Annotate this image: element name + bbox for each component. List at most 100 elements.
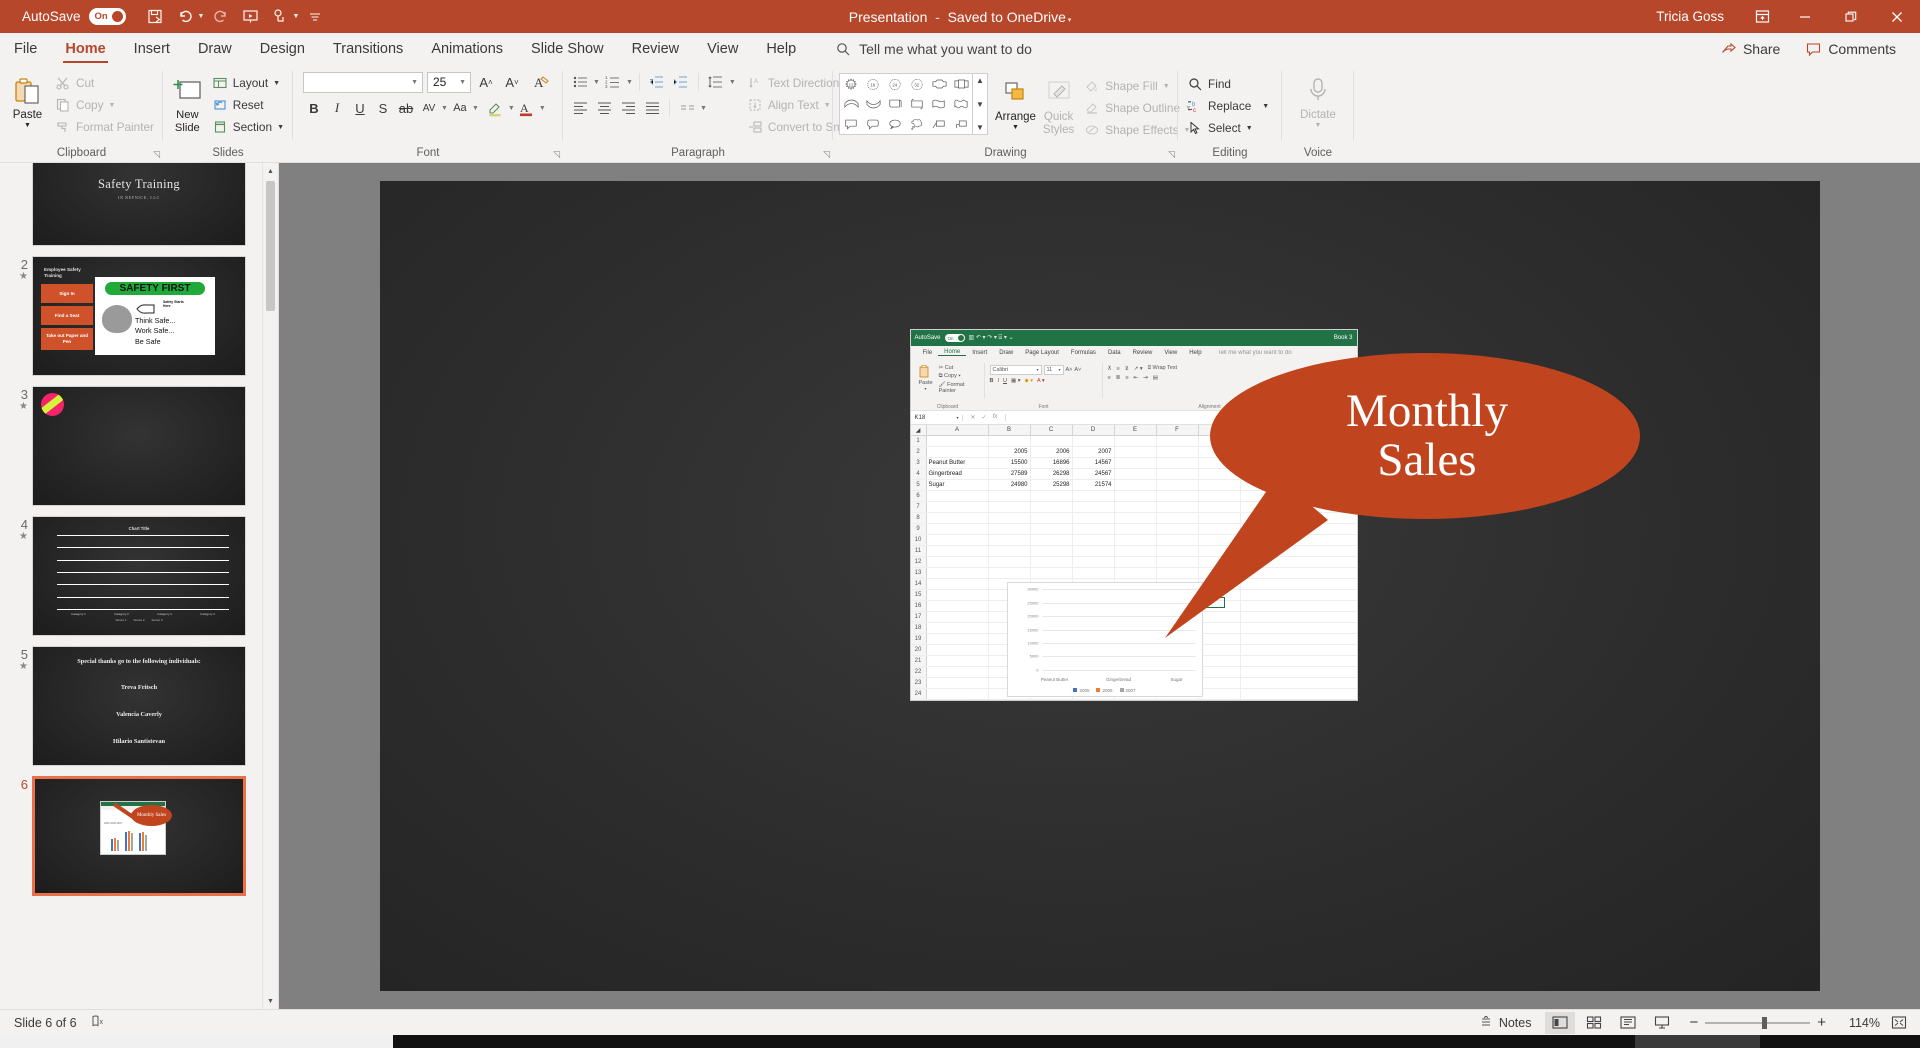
customize-qat-icon[interactable] bbox=[301, 4, 329, 30]
thumbnail-frame-4[interactable]: Chart Title Category 1 Category 2 Catego… bbox=[32, 516, 246, 636]
shape-ribbon2-icon[interactable] bbox=[950, 74, 972, 94]
bullets-button[interactable] bbox=[569, 71, 591, 93]
zoom-handle[interactable] bbox=[1762, 1016, 1768, 1029]
thumbnail-slide-1[interactable]: 1 Safety Training IN REFNICE, LLC bbox=[0, 163, 278, 246]
replace-dropdown-icon[interactable]: ▼ bbox=[1262, 103, 1269, 110]
dictate-button[interactable]: Dictate ▼ bbox=[1289, 71, 1347, 130]
bullets-dropdown-icon[interactable]: ▼ bbox=[593, 79, 600, 86]
shape-rounded-callout-icon[interactable] bbox=[862, 114, 884, 134]
section-dropdown-icon[interactable]: ▼ bbox=[277, 124, 284, 131]
change-case-button[interactable]: Aa bbox=[449, 97, 471, 119]
shape-ribbon-icon[interactable] bbox=[928, 74, 950, 94]
copy-button[interactable]: Copy ▼ bbox=[52, 94, 157, 116]
shape-star-32-icon[interactable]: 32 bbox=[906, 74, 928, 94]
tab-help[interactable]: Help bbox=[752, 33, 810, 65]
autosave-control[interactable]: AutoSave On bbox=[22, 8, 126, 25]
touch-dropdown-icon[interactable]: ▼ bbox=[292, 13, 299, 20]
select-button[interactable]: Select ▼ bbox=[1184, 117, 1272, 139]
slide-canvas-area[interactable]: AutoSave On ▥ ↶ ▾ ↷ ▾ ⌸ ▾ ⌄ Book 3 File … bbox=[279, 163, 1920, 1009]
thumbnail-frame-3[interactable] bbox=[32, 386, 246, 506]
font-color-button[interactable]: A bbox=[516, 97, 538, 119]
highlight-dropdown-icon[interactable]: ▼ bbox=[508, 105, 515, 112]
save-status[interactable]: Saved to OneDrive bbox=[948, 9, 1066, 25]
thumbnail-frame-2[interactable]: Employee Safety Training Sign In Find a … bbox=[32, 256, 246, 376]
shapes-gallery[interactable]: 12 16 24 32 ▲ ▼ ▼ bbox=[839, 73, 988, 135]
tab-transitions[interactable]: Transitions bbox=[319, 33, 417, 65]
drawing-dialog-launcher[interactable]: ◹ bbox=[1168, 149, 1175, 160]
autosave-toggle[interactable]: On bbox=[88, 8, 126, 25]
thumbnail-frame-5[interactable]: Special thanks go to the following indiv… bbox=[32, 646, 246, 766]
font-name-dropdown-icon[interactable]: ▼ bbox=[411, 79, 418, 86]
slide-thumbnail-pane[interactable]: 1 Safety Training IN REFNICE, LLC 2 ★ Em… bbox=[0, 163, 279, 1009]
shape-cloud-callout-icon[interactable] bbox=[906, 114, 928, 134]
italic-button[interactable]: I bbox=[326, 97, 348, 119]
close-button[interactable] bbox=[1874, 0, 1920, 33]
shape-curved-ribbon2-icon[interactable] bbox=[862, 94, 884, 114]
shape-scroll-icon[interactable] bbox=[884, 94, 906, 114]
monthly-sales-callout[interactable]: Monthly Sales bbox=[1164, 353, 1645, 638]
notes-button[interactable]: Notes bbox=[1469, 1015, 1542, 1030]
tab-review[interactable]: Review bbox=[618, 33, 694, 65]
slide-sorter-button[interactable] bbox=[1579, 1012, 1609, 1034]
slideshow-button[interactable] bbox=[1647, 1012, 1677, 1034]
paragraph-dialog-launcher[interactable]: ◹ bbox=[823, 149, 830, 160]
decrease-indent-button[interactable] bbox=[646, 71, 668, 93]
shapes-scroll-down-icon[interactable]: ▼ bbox=[976, 100, 984, 109]
tab-home[interactable]: Home bbox=[51, 33, 119, 65]
scroll-down-icon[interactable]: ▼ bbox=[263, 993, 278, 1009]
current-slide[interactable]: AutoSave On ▥ ↶ ▾ ↷ ▾ ⌸ ▾ ⌄ Book 3 File … bbox=[379, 181, 1820, 991]
zoom-level[interactable]: 114% bbox=[1838, 1016, 1880, 1030]
text-shadow-button[interactable]: S bbox=[372, 97, 394, 119]
thumbnail-slide-5[interactable]: 5 ★ Special thanks go to the following i… bbox=[0, 646, 278, 766]
scroll-up-icon[interactable]: ▲ bbox=[263, 163, 278, 179]
zoom-slider[interactable]: − + bbox=[1689, 1014, 1826, 1031]
undo-dropdown-icon[interactable]: ▼ bbox=[198, 13, 205, 20]
shape-double-wave-icon[interactable] bbox=[950, 94, 972, 114]
justify-button[interactable] bbox=[641, 97, 663, 119]
clipboard-dialog-launcher[interactable]: ◹ bbox=[153, 149, 160, 160]
text-highlight-color-button[interactable] bbox=[485, 97, 507, 119]
restore-button[interactable] bbox=[1828, 0, 1874, 33]
cut-button[interactable]: Cut bbox=[52, 72, 157, 94]
tab-animations[interactable]: Animations bbox=[417, 33, 517, 65]
save-status-dropdown-icon[interactable]: ▾ bbox=[1066, 17, 1072, 24]
numbering-dropdown-icon[interactable]: ▼ bbox=[626, 79, 633, 86]
user-account[interactable]: Tricia Goss bbox=[1656, 9, 1724, 24]
columns-button[interactable] bbox=[676, 97, 698, 119]
paste-button[interactable]: Paste ▼ bbox=[6, 71, 49, 130]
dictate-dropdown-icon[interactable]: ▼ bbox=[1315, 122, 1322, 130]
save-icon[interactable] bbox=[142, 4, 170, 30]
shape-wave-icon[interactable] bbox=[928, 94, 950, 114]
accessibility-check-icon[interactable]: x bbox=[91, 1014, 106, 1032]
reading-view-button[interactable] bbox=[1613, 1012, 1643, 1034]
clear-formatting-button[interactable]: A bbox=[531, 71, 553, 93]
bold-button[interactable]: B bbox=[303, 97, 325, 119]
zoom-track[interactable] bbox=[1705, 1016, 1811, 1029]
line-spacing-button[interactable] bbox=[705, 71, 727, 93]
tell-me-search[interactable]: Tell me what you want to do bbox=[836, 33, 1032, 65]
font-size-input[interactable]: 25 ▼ bbox=[427, 71, 471, 93]
change-case-dropdown-icon[interactable]: ▼ bbox=[472, 105, 479, 112]
slide-counter[interactable]: Slide 6 of 6 bbox=[14, 1016, 77, 1030]
increase-font-size-button[interactable]: A ˄ bbox=[475, 71, 497, 93]
font-name-input[interactable]: ▼ bbox=[303, 71, 423, 93]
select-dropdown-icon[interactable]: ▼ bbox=[1246, 125, 1253, 132]
character-spacing-button[interactable]: AV bbox=[418, 97, 440, 119]
reset-button[interactable]: Reset bbox=[209, 94, 287, 116]
thumbnail-frame-6[interactable]: 2005 2006 2007 Monthly Sales bbox=[32, 776, 246, 896]
thumbnail-scrollbar[interactable]: ▲ ▼ bbox=[262, 163, 278, 1009]
layout-button[interactable]: Layout ▼ bbox=[209, 72, 287, 94]
shape-curved-ribbon-icon[interactable] bbox=[840, 94, 862, 114]
numbering-button[interactable]: 123 bbox=[602, 71, 624, 93]
align-center-button[interactable] bbox=[593, 97, 615, 119]
align-right-button[interactable] bbox=[617, 97, 639, 119]
align-left-button[interactable] bbox=[569, 97, 591, 119]
quick-styles-button[interactable]: Quick Styles bbox=[1043, 73, 1074, 137]
shape-rectangular-callout-icon[interactable] bbox=[840, 114, 862, 134]
shape-line-callout-bent-icon[interactable] bbox=[950, 114, 972, 134]
columns-dropdown-icon[interactable]: ▼ bbox=[700, 105, 707, 112]
tab-design[interactable]: Design bbox=[246, 33, 319, 65]
scrollbar-thumb[interactable] bbox=[266, 181, 275, 311]
line-spacing-dropdown-icon[interactable]: ▼ bbox=[729, 79, 736, 86]
zoom-in-button[interactable]: + bbox=[1817, 1014, 1826, 1031]
